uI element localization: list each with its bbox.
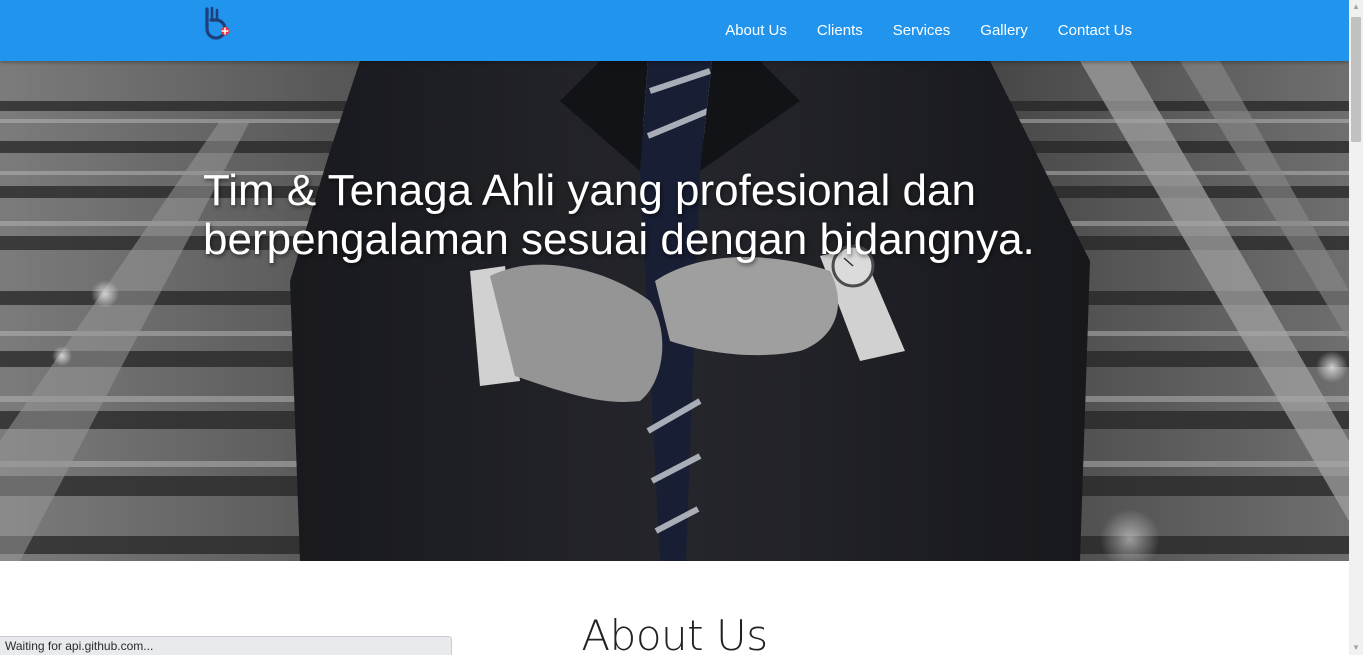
hero-title-line-2: berpengalaman sesuai dengan bidangnya. xyxy=(203,215,1035,264)
hero-background-image xyxy=(0,61,1349,561)
browser-status-bar: Waiting for api.github.com... xyxy=(0,636,452,655)
page: About Us Clients Services Gallery Contac… xyxy=(0,0,1363,655)
hero-title: Tim & Tenaga Ahli yang profesional dan b… xyxy=(203,166,1103,264)
nav-services[interactable]: Services xyxy=(893,22,951,39)
vertical-scrollbar[interactable]: ▲ ▼ xyxy=(1349,0,1363,655)
scroll-down-arrow-icon[interactable]: ▼ xyxy=(1349,641,1363,655)
hero-section: Tim & Tenaga Ahli yang profesional dan b… xyxy=(0,61,1349,561)
nav-about-us[interactable]: About Us xyxy=(725,22,787,39)
hero-title-line-1: Tim & Tenaga Ahli yang profesional dan xyxy=(203,166,976,215)
brand-logo[interactable] xyxy=(203,5,235,43)
main-nav: About Us Clients Services Gallery Contac… xyxy=(695,0,1132,61)
nav-contact-us[interactable]: Contact Us xyxy=(1058,22,1132,39)
scrollbar-thumb[interactable] xyxy=(1351,17,1361,142)
navbar: About Us Clients Services Gallery Contac… xyxy=(0,0,1349,61)
nav-gallery[interactable]: Gallery xyxy=(980,22,1028,39)
scroll-up-arrow-icon[interactable]: ▲ xyxy=(1349,0,1363,14)
nav-clients[interactable]: Clients xyxy=(817,22,863,39)
